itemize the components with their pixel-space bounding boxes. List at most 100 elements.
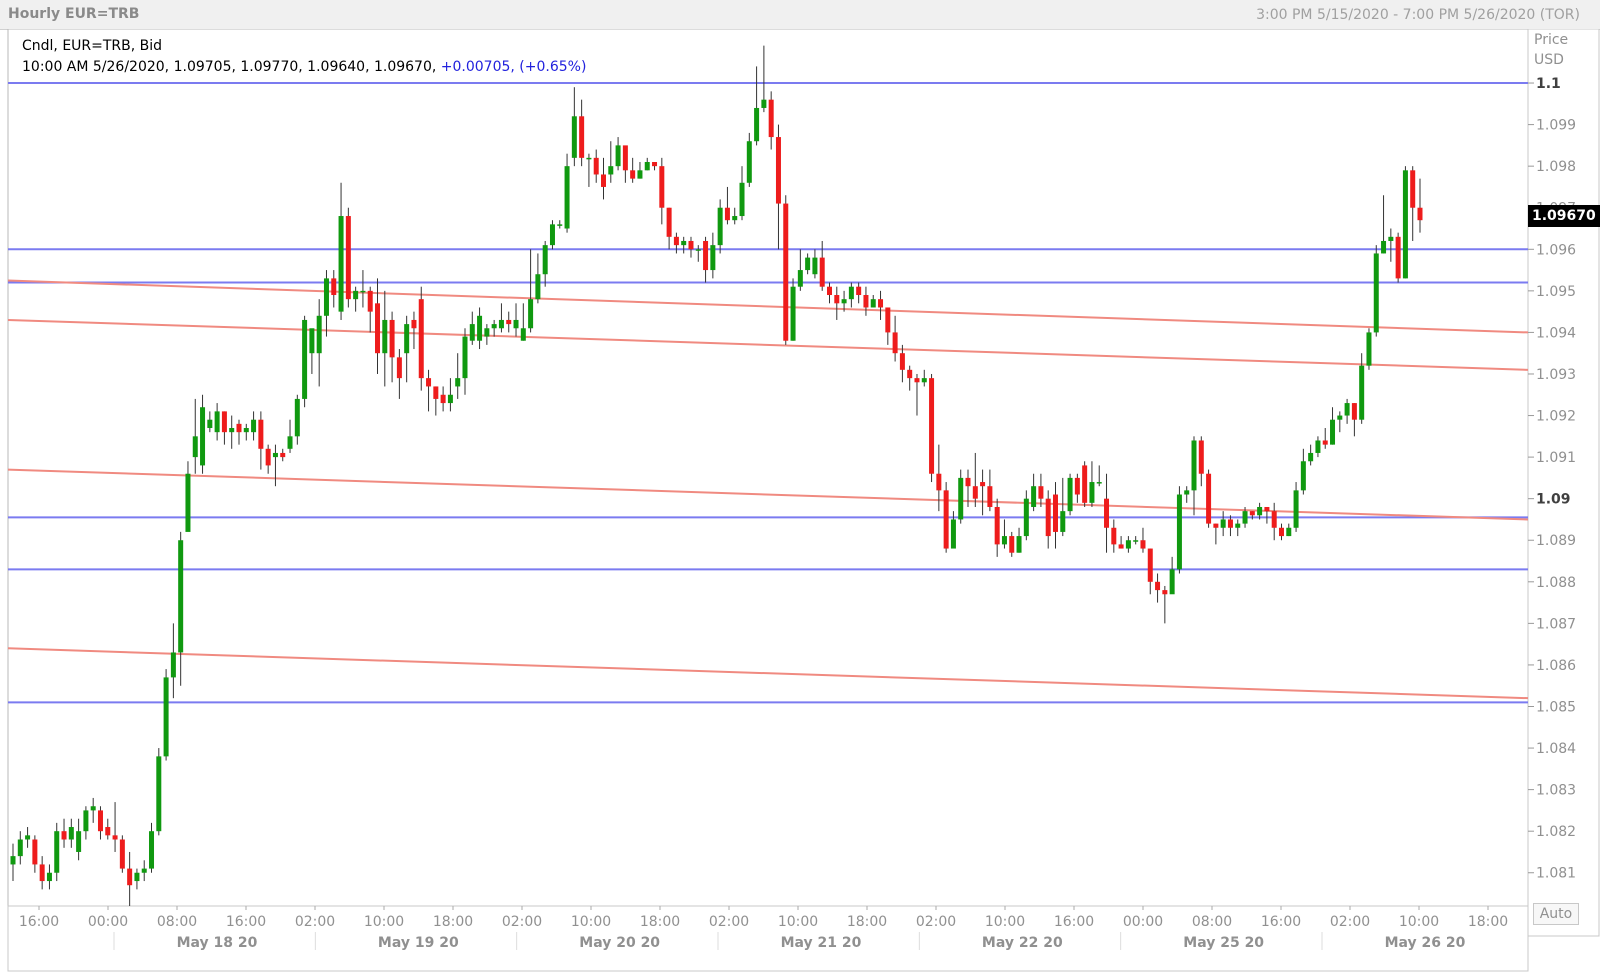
candle-down xyxy=(1104,498,1110,528)
legend-ohlc-values: 10:00 AM 5/26/2020, 1.09705, 1.09770, 1.… xyxy=(22,59,441,75)
candle-up xyxy=(141,868,147,873)
candle-down xyxy=(703,240,709,271)
candle-down xyxy=(622,145,628,171)
candle-up xyxy=(950,519,956,549)
candle-up xyxy=(302,319,308,399)
x-tick-label: 00:00 xyxy=(88,914,128,930)
candle-up xyxy=(90,806,96,811)
candle-down xyxy=(375,303,381,354)
candle-up xyxy=(498,319,504,329)
candle-up xyxy=(746,141,752,183)
candle-up xyxy=(615,145,621,167)
y-tick-label: 1.086 xyxy=(1536,658,1576,674)
candle-up xyxy=(644,162,650,171)
candle-up xyxy=(958,477,964,520)
candle-down xyxy=(863,295,869,308)
candle-down xyxy=(994,506,1000,545)
price-chart[interactable]: 1.081 1.082 1.083 1.084 1.085 1.086 1.087 1.088… xyxy=(0,29,1600,972)
candle-down xyxy=(943,490,949,549)
candle-up xyxy=(1089,482,1095,503)
y-tick-label: 1.09 xyxy=(1536,492,1571,508)
candle-up xyxy=(1125,540,1131,549)
candle-up xyxy=(681,240,687,246)
candle-up xyxy=(54,831,60,873)
candle-down xyxy=(396,357,402,379)
x-tick-label: 10:00 xyxy=(985,914,1025,930)
date-label: May 21 20 xyxy=(781,935,862,951)
y-tick-label: 1.081 xyxy=(1536,866,1576,882)
candle-down xyxy=(826,286,832,296)
date-label: May 25 20 xyxy=(1183,935,1264,951)
candle-down xyxy=(39,864,45,882)
candle-down xyxy=(972,486,978,499)
candle-down xyxy=(418,299,424,379)
y-tick-label: 1.084 xyxy=(1536,741,1576,757)
candle-up xyxy=(1337,415,1343,420)
candle-up xyxy=(360,290,366,293)
candle-up xyxy=(848,286,854,300)
candle-down xyxy=(411,319,417,329)
candle-up xyxy=(170,652,176,678)
candle-down xyxy=(1155,581,1161,591)
candle-down xyxy=(1198,440,1204,474)
candle-up xyxy=(732,216,738,221)
candle-down xyxy=(673,236,679,246)
x-tick-label: 08:00 xyxy=(157,914,197,930)
candle-up xyxy=(1366,332,1372,366)
x-tick-label: 18:00 xyxy=(433,914,473,930)
x-tick-label: 02:00 xyxy=(295,914,335,930)
candle-up xyxy=(323,278,329,316)
candle-up xyxy=(797,270,803,287)
candle-up xyxy=(46,872,52,882)
candle-up xyxy=(1031,486,1037,507)
candle-up xyxy=(10,856,16,865)
candle-up xyxy=(207,419,213,429)
x-tick-label: 00:00 xyxy=(1123,914,1163,930)
candle-down xyxy=(834,295,840,304)
candle-up xyxy=(761,99,767,108)
candle-up xyxy=(805,257,811,271)
candle-up xyxy=(790,286,796,341)
price-axis-currency: USD xyxy=(1534,52,1564,68)
candle-up xyxy=(549,224,555,246)
candle-down xyxy=(1052,494,1058,532)
candle-down xyxy=(426,378,432,387)
x-tick-label: 10:00 xyxy=(571,914,611,930)
x-tick-label: 02:00 xyxy=(502,914,542,930)
date-label: May 19 20 xyxy=(378,935,459,951)
candle-down xyxy=(331,278,337,296)
candle-up xyxy=(287,436,293,449)
candle-down xyxy=(878,299,884,308)
auto-scale-button[interactable]: Auto xyxy=(1533,903,1579,925)
date-range: 3:00 PM 5/15/2020 - 7:00 PM 5/26/2020 (T… xyxy=(1256,7,1580,23)
candle-up xyxy=(243,428,249,433)
candle-down xyxy=(1410,170,1416,208)
y-tick-label: 1.093 xyxy=(1536,367,1576,383)
candle-up xyxy=(1330,419,1336,445)
candle-down xyxy=(666,207,672,237)
x-tick-label: 16:00 xyxy=(1261,914,1301,930)
candle-up xyxy=(294,398,300,437)
candle-down xyxy=(1074,477,1080,495)
y-tick-label: 1.098 xyxy=(1536,159,1576,175)
candle-up xyxy=(484,328,490,337)
y-tick-label: 1.099 xyxy=(1536,118,1576,134)
candle-down xyxy=(1278,527,1284,537)
candle-down xyxy=(433,386,439,399)
candle-down xyxy=(32,839,38,865)
candle-down xyxy=(1264,506,1270,512)
chart-title: Hourly EUR=TRB xyxy=(8,6,140,22)
candle-up xyxy=(1184,490,1190,495)
candle-up xyxy=(1096,482,1102,484)
y-tick-label: 1.096 xyxy=(1536,242,1576,258)
candle-up xyxy=(68,827,74,840)
candle-down xyxy=(1038,486,1044,499)
candle-down xyxy=(899,353,905,370)
candle-up xyxy=(571,116,577,158)
candle-down xyxy=(936,473,942,491)
candle-up xyxy=(229,428,235,433)
candle-down xyxy=(579,116,585,158)
candle-down xyxy=(1351,403,1357,420)
candle-down xyxy=(1162,590,1168,595)
candle-up xyxy=(1344,403,1350,416)
